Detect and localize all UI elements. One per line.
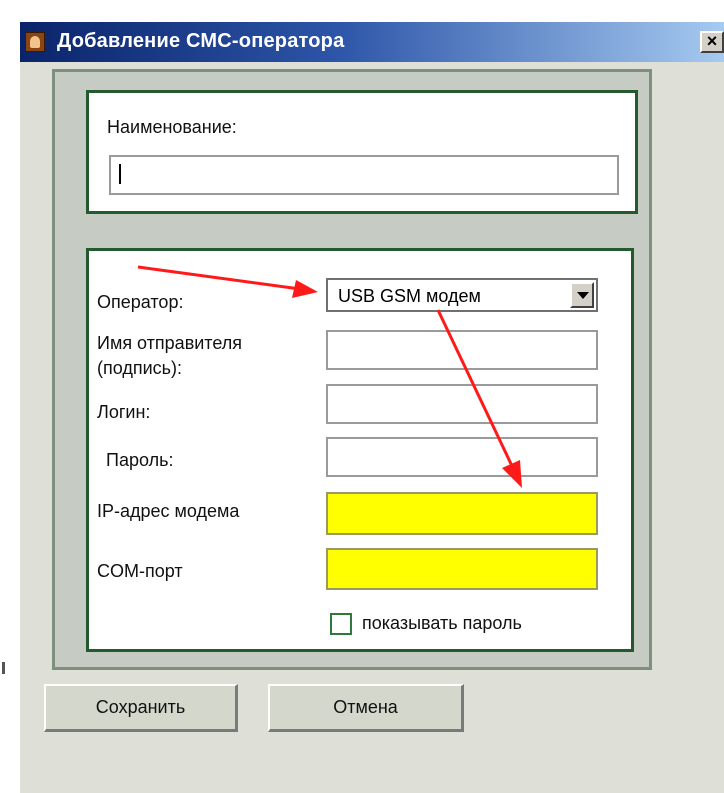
modem-ip-label: IP-адрес модема bbox=[97, 501, 240, 521]
sender-name-input[interactable] bbox=[326, 330, 598, 370]
login-input[interactable] bbox=[326, 384, 598, 424]
dialog-window: Добавление СМС-оператора × Наименование:… bbox=[0, 0, 724, 793]
window-edge-mark bbox=[2, 662, 5, 674]
sender-name-label-line2: (подпись): bbox=[97, 358, 183, 378]
login-label: Логин: bbox=[97, 402, 151, 422]
com-port-input[interactable] bbox=[326, 548, 598, 590]
save-button[interactable]: Сохранить bbox=[44, 684, 238, 732]
name-group: Наименование: bbox=[86, 90, 638, 214]
operator-select[interactable]: USB GSM модем bbox=[326, 278, 598, 312]
modem-ip-input[interactable] bbox=[326, 492, 598, 535]
password-input[interactable] bbox=[326, 437, 598, 477]
show-password-checkbox[interactable] bbox=[330, 613, 352, 635]
name-input[interactable] bbox=[109, 155, 619, 195]
operator-selected-value: USB GSM модем bbox=[338, 286, 481, 306]
chevron-down-icon[interactable] bbox=[570, 282, 594, 308]
password-label: Пароль: bbox=[106, 450, 174, 470]
name-label: Наименование: bbox=[107, 117, 237, 137]
close-icon: × bbox=[706, 31, 718, 51]
window-title: Добавление СМС-оператора bbox=[57, 30, 345, 52]
com-port-label: COM-порт bbox=[97, 561, 183, 581]
app-icon bbox=[25, 32, 45, 52]
title-bar[interactable]: Добавление СМС-оператора × bbox=[20, 22, 724, 62]
text-caret bbox=[119, 164, 121, 184]
operator-label: Оператор: bbox=[97, 292, 184, 312]
close-button[interactable]: × bbox=[700, 31, 724, 53]
show-password-label[interactable]: показывать пароль bbox=[362, 613, 522, 634]
sender-name-label-line1: Имя отправителя bbox=[97, 333, 243, 353]
cancel-button[interactable]: Отмена bbox=[268, 684, 464, 732]
